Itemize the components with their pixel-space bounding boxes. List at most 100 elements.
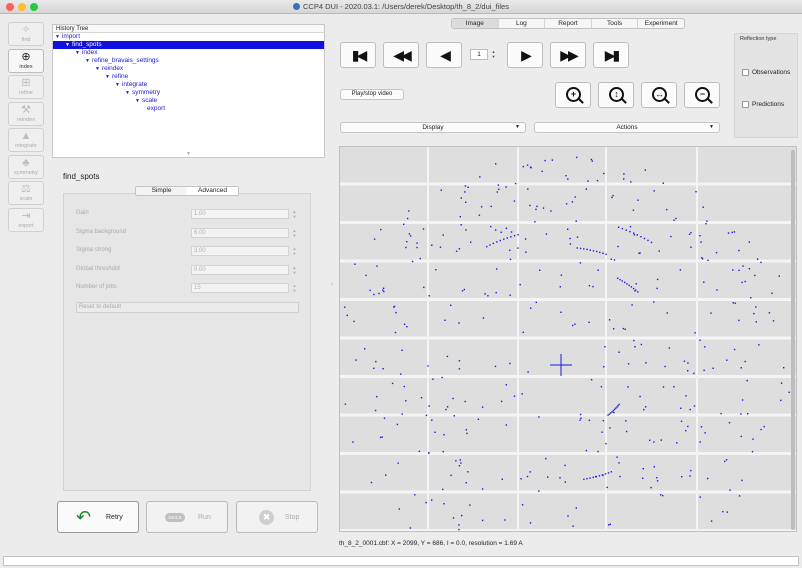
history-node-refine[interactable]: ▼ refine: [53, 73, 324, 81]
reflection-spot: [480, 206, 483, 208]
first-image-button[interactable]: ▮◀: [340, 42, 376, 68]
actions-dropdown[interactable]: Actions ▼: [534, 122, 720, 133]
zoom-fit-width-button[interactable]: ↔: [641, 82, 677, 108]
tab-advanced[interactable]: Advanced: [187, 187, 238, 195]
tab-image[interactable]: Image: [452, 19, 499, 28]
history-node-import[interactable]: ▼ import: [53, 33, 324, 41]
expand-arrow-icon[interactable]: ▼: [135, 98, 140, 104]
expand-arrow-icon[interactable]: ▼: [105, 74, 110, 80]
reset-to-default-button[interactable]: Reset to default: [76, 302, 299, 313]
reflection-spot: [443, 503, 445, 505]
param-value-field[interactable]: 3.00: [191, 246, 289, 257]
toolbar-scale-button[interactable]: ⚖ scale: [8, 181, 44, 205]
history-node-find-spots[interactable]: ▼ find_spots: [53, 41, 324, 49]
history-node-scale[interactable]: ▼ scale: [53, 97, 324, 105]
param-row: Global threshold 0.00 ▲ ▼: [76, 264, 304, 275]
reflection-spot: [509, 294, 511, 296]
toolbar-refine-button[interactable]: ⊞ refine: [8, 75, 44, 99]
step-forward-icon: ▶: [521, 47, 532, 63]
toolbar-reindex-button[interactable]: ⚒ reindex: [8, 101, 44, 126]
diffraction-image[interactable]: [340, 147, 797, 532]
reflection-spot: [522, 165, 524, 168]
expand-arrow-icon[interactable]: ▼: [75, 50, 80, 56]
reflection-spot: [380, 228, 382, 231]
reflection-spot: [441, 376, 443, 379]
predictions-checkbox[interactable]: Predictions: [742, 101, 802, 109]
play-stop-video-button[interactable]: Play/stop video: [340, 89, 404, 100]
reflection-spot: [446, 406, 449, 408]
param-stepper[interactable]: ▲ ▼: [291, 228, 298, 238]
param-stepper[interactable]: ▲ ▼: [291, 283, 298, 293]
zoom-out-button[interactable]: −: [684, 82, 720, 108]
history-node-integrate[interactable]: ▼ integrate: [53, 81, 324, 89]
zoom-in-button[interactable]: +: [555, 82, 591, 108]
frame-stepper[interactable]: ▲ ▼: [490, 49, 497, 60]
param-stepper[interactable]: ▲ ▼: [291, 265, 298, 275]
observations-checkbox[interactable]: Observations: [742, 69, 802, 77]
tab-report[interactable]: Report: [545, 19, 592, 28]
expand-arrow-icon[interactable]: ▼: [85, 58, 90, 64]
param-value-field[interactable]: 0.00: [191, 264, 289, 275]
reflection-spot: [571, 201, 574, 203]
previous-image-button[interactable]: ◀: [426, 42, 462, 68]
reflection-spot: [452, 517, 455, 519]
history-node-reindex[interactable]: ▼ reindex: [53, 65, 324, 73]
history-node-index[interactable]: ▼ index: [53, 49, 324, 57]
forward-many-button[interactable]: ▶▶: [550, 42, 586, 68]
history-node-export[interactable]: export: [53, 105, 324, 113]
tab-log[interactable]: Log: [499, 19, 546, 28]
reflection-spot: [513, 395, 516, 397]
expand-arrow-icon[interactable]: ▼: [115, 82, 120, 88]
reflection-spot: [670, 235, 672, 238]
resize-handle-icon[interactable]: ▼: [186, 151, 191, 157]
tab-simple[interactable]: Simple: [136, 187, 187, 195]
toolbar-integrate-button[interactable]: ▲ integrate: [8, 128, 44, 152]
reflection-spot: [606, 486, 608, 489]
reflection-spot: [610, 471, 613, 473]
toolbar-index-button[interactable]: ⊕ index: [8, 48, 44, 73]
param-value-field[interactable]: 15: [191, 283, 289, 294]
reflection-spot: [482, 317, 485, 319]
reflection-spot: [378, 292, 380, 295]
history-node-label: export: [147, 105, 166, 112]
param-stepper[interactable]: ▲ ▼: [291, 246, 298, 256]
reflection-spot: [400, 373, 402, 375]
diffraction-image-viewer[interactable]: [339, 146, 797, 532]
run-button[interactable]: DIALS Run: [146, 501, 228, 533]
display-dropdown[interactable]: Display ▼: [340, 122, 526, 133]
history-node-symmetry[interactable]: ▼ symmetry: [53, 89, 324, 97]
reflection-spot: [715, 251, 718, 254]
history-node-refine-bravais-settings[interactable]: ▼ refine_bravais_settings: [53, 57, 324, 65]
tab-tools[interactable]: Tools: [592, 19, 639, 28]
toolbar-export-button[interactable]: ⇥ export: [8, 207, 44, 232]
last-image-button[interactable]: ▶▮: [593, 42, 629, 68]
toolbar-symmetry-button[interactable]: ♣ symmetry: [8, 154, 44, 179]
history-tree[interactable]: History Tree ▼ import ▼ find_spots ▼ index ▼ re…: [52, 24, 325, 158]
param-row: Number of jobs 15 ▲ ▼: [76, 283, 304, 294]
detector-gap: [340, 529, 796, 531]
splitter-handle-icon[interactable]: ‹: [331, 282, 333, 288]
reflection-spot: [653, 466, 655, 468]
reflection-spot: [688, 233, 691, 235]
expand-arrow-icon[interactable]: ▼: [95, 66, 100, 72]
expand-arrow-icon[interactable]: ▼: [125, 90, 130, 96]
checkbox-box[interactable]: [742, 101, 749, 108]
tab-experiment[interactable]: Experiment: [638, 19, 684, 28]
next-image-button[interactable]: ▶: [507, 42, 543, 68]
param-value-field[interactable]: 1.00: [191, 209, 289, 219]
param-value-field[interactable]: 6.00: [191, 227, 289, 238]
expand-arrow-icon[interactable]: ▼: [65, 42, 70, 48]
reflection-spot: [640, 236, 642, 238]
frame-number-input[interactable]: 1: [470, 49, 488, 60]
zoom-fit-height-button[interactable]: ↕: [598, 82, 634, 108]
checkbox-box[interactable]: [742, 69, 749, 76]
back-many-button[interactable]: ◀◀: [383, 42, 419, 68]
reflection-spot: [382, 289, 384, 291]
param-stepper[interactable]: ▲ ▼: [291, 209, 298, 219]
stop-button[interactable]: ✖ Stop: [236, 501, 318, 533]
expand-arrow-icon[interactable]: ▼: [55, 34, 60, 40]
retry-button[interactable]: ↶ Retry: [57, 501, 139, 533]
param-row: Sigma background 6.00 ▲ ▼: [76, 227, 304, 238]
viewer-scrollbar[interactable]: [791, 150, 795, 530]
toolbar-find-button[interactable]: ✧ find: [8, 22, 44, 46]
